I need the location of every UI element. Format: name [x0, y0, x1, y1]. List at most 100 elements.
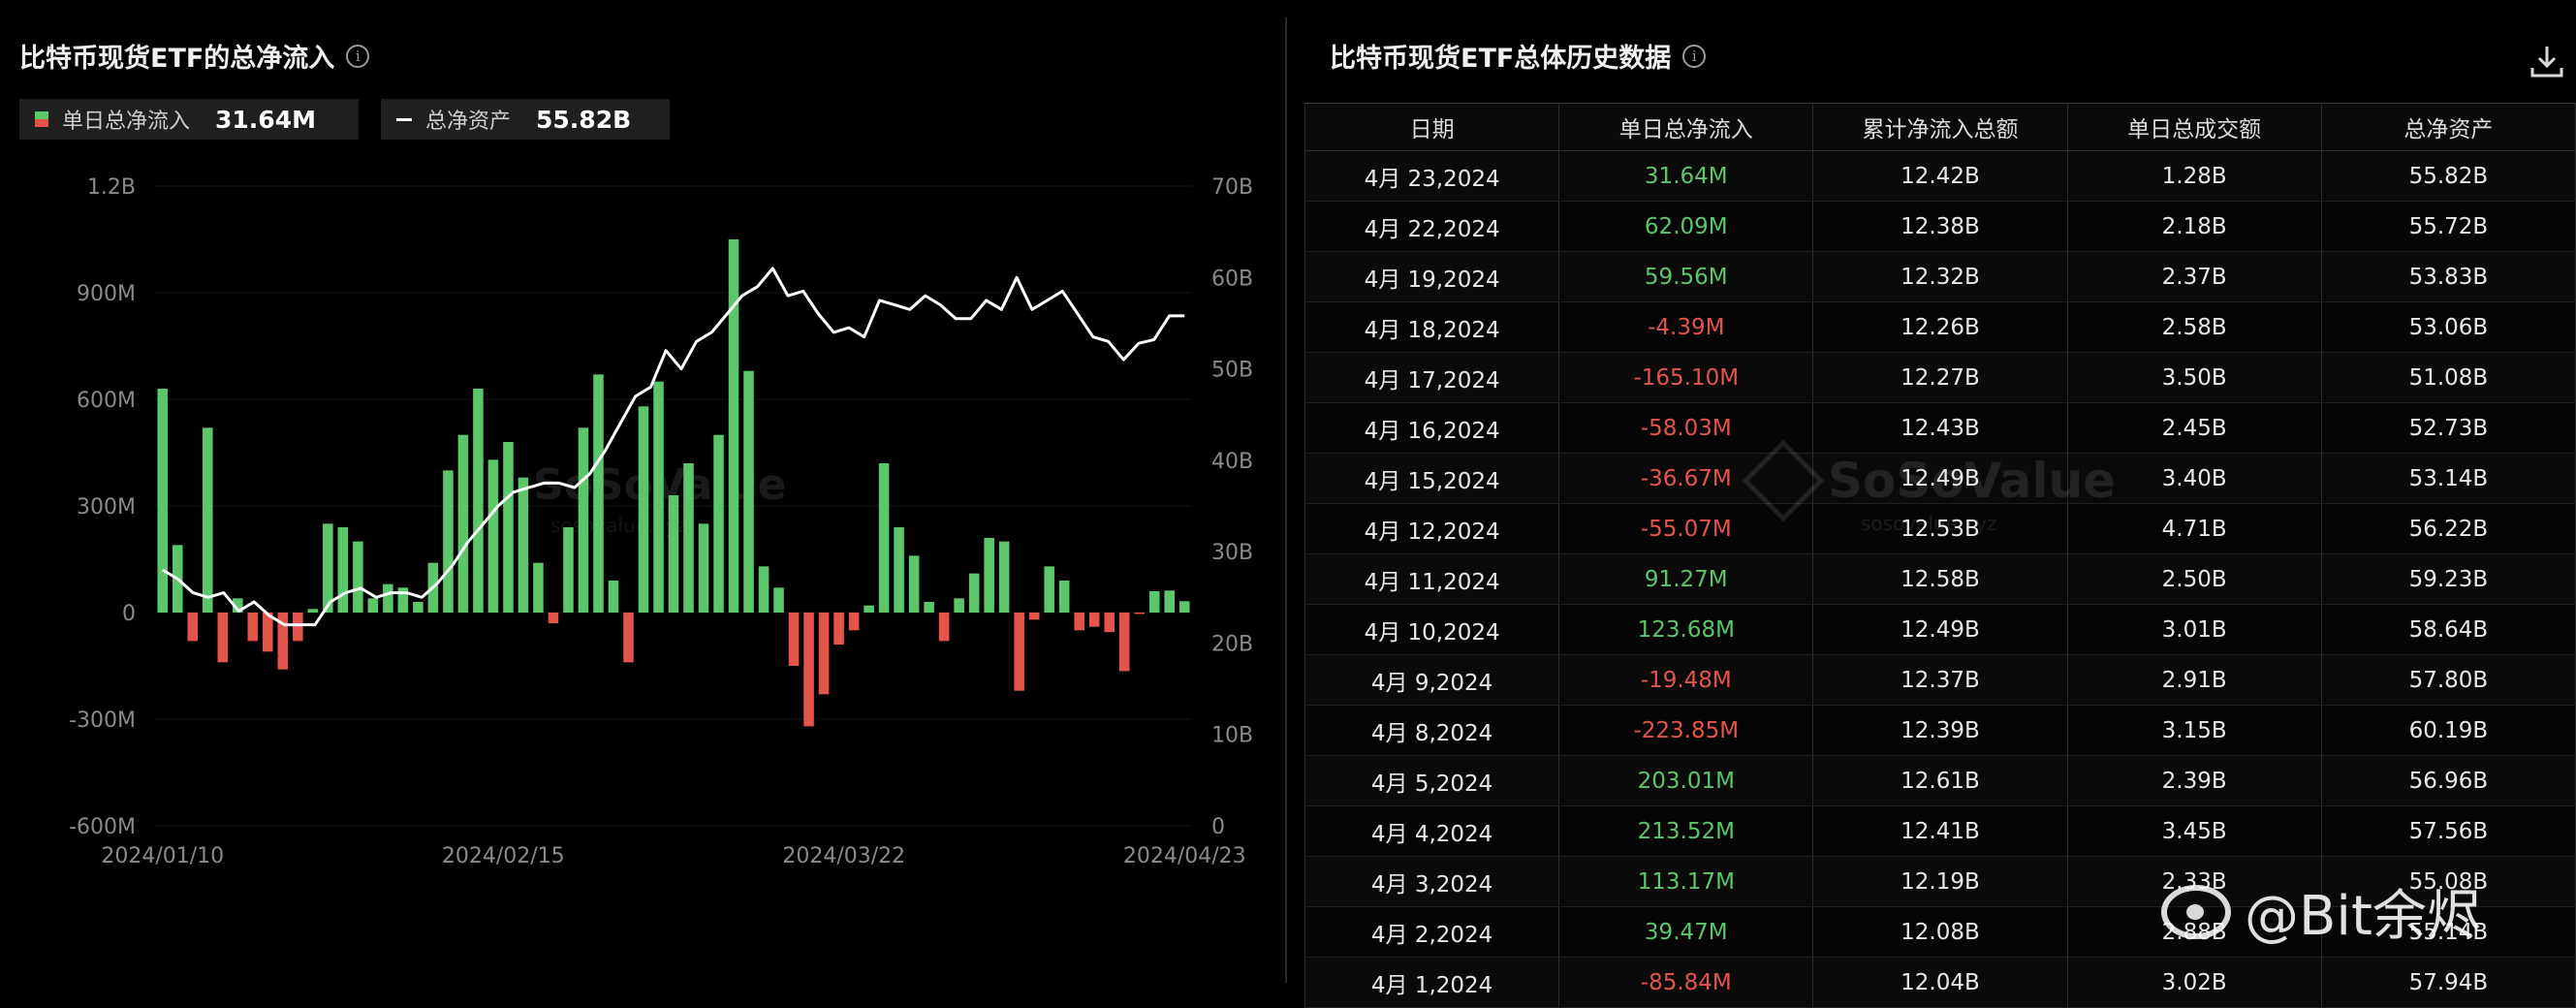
inflow-bar[interactable] — [743, 370, 754, 613]
inflow-bar[interactable] — [1104, 613, 1115, 633]
inflow-bar[interactable] — [803, 613, 814, 727]
table-cell: 55.72B — [2320, 201, 2576, 252]
inflow-bar[interactable] — [593, 374, 604, 613]
weibo-watermark-text: @Bit余烬 — [2245, 885, 2481, 948]
inflow-bar[interactable] — [998, 541, 1010, 613]
inflow-bar[interactable] — [307, 609, 319, 613]
column-header[interactable]: 单日总净流入 — [1558, 103, 1814, 151]
inflow-bar[interactable] — [1074, 613, 1084, 631]
inflow-bar[interactable] — [457, 434, 469, 613]
column-header[interactable]: 日期 — [1304, 103, 1560, 151]
column-header[interactable]: 累计净流入总额 — [1812, 103, 2068, 151]
inflow-bar[interactable] — [217, 613, 229, 663]
inflow-bar[interactable] — [833, 613, 844, 645]
inflow-bar[interactable] — [908, 555, 920, 613]
column-header[interactable]: 单日总成交额 — [2066, 103, 2322, 151]
table-cell: 12.49B — [1812, 604, 2068, 655]
inflow-bar[interactable] — [1178, 601, 1190, 613]
inflow-bar[interactable] — [728, 239, 739, 613]
inflow-bar[interactable] — [638, 406, 649, 613]
inflow-bar[interactable] — [1088, 613, 1100, 627]
inflow-bar[interactable] — [683, 463, 694, 613]
x-tick-label: 2024/03/22 — [782, 844, 905, 868]
inflow-bar[interactable] — [623, 613, 634, 663]
inflow-bar[interactable] — [773, 587, 784, 613]
table-cell: 4月 8,2024 — [1304, 705, 1560, 756]
inflow-bar[interactable] — [924, 602, 934, 613]
table-cell: 52.73B — [2320, 402, 2576, 454]
inflow-bar[interactable] — [563, 527, 574, 613]
inflow-bar[interactable] — [864, 605, 874, 613]
inflow-bar[interactable] — [548, 613, 559, 623]
inflow-bar[interactable] — [1134, 613, 1145, 614]
y-right-tick-label: 20B — [1211, 632, 1253, 656]
inflow-bar[interactable] — [337, 527, 349, 613]
y-right-tick-label: 70B — [1211, 175, 1253, 200]
inflow-chart[interactable]: 1.2B 900M 600M 300M 0 -300M -600M 70B 60B 50B 40B 3… — [0, 0, 1279, 983]
inflow-bar[interactable] — [878, 463, 890, 613]
y-left-tick-label: 600M — [77, 389, 136, 413]
table-cell: 57.56B — [2320, 805, 2576, 857]
y-left-tick-label: 0 — [122, 602, 136, 626]
inflow-bar[interactable] — [443, 470, 454, 613]
inflow-bar[interactable] — [203, 427, 213, 613]
inflow-bar[interactable] — [473, 389, 484, 613]
inflow-bar[interactable] — [247, 613, 259, 642]
inflow-bar[interactable] — [698, 523, 709, 613]
table-cell: 59.23B — [2320, 553, 2576, 605]
inflow-bar[interactable] — [984, 538, 994, 613]
table-cell: -4.39M — [1558, 301, 1814, 353]
inflow-bar[interactable] — [668, 495, 679, 613]
inflow-bar[interactable] — [758, 566, 770, 613]
column-header[interactable]: 总净资产 — [2320, 103, 2576, 151]
inflow-bar[interactable] — [187, 613, 199, 642]
inflow-bar[interactable] — [353, 541, 363, 613]
inflow-bar[interactable] — [1028, 613, 1040, 620]
inflow-bar[interactable] — [713, 434, 724, 613]
table-cell: 4月 5,2024 — [1304, 755, 1560, 806]
inflow-bar[interactable] — [1164, 590, 1176, 613]
table-cell: 60.19B — [2320, 705, 2576, 756]
inflow-bar[interactable] — [413, 602, 424, 613]
inflow-bar[interactable] — [848, 613, 860, 631]
table-title-text: 比特币现货ETF总体历史数据 — [1330, 44, 1672, 74]
inflow-bar[interactable] — [1044, 566, 1054, 613]
inflow-bar[interactable] — [518, 477, 529, 613]
inflow-bar[interactable] — [383, 583, 393, 613]
table-row: 4月 8,2024 -223.85M 12.39B 3.15B 60.19B — [1304, 705, 2576, 756]
table-cell: 4月 11,2024 — [1304, 553, 1560, 605]
table-cell: 2.18B — [2066, 201, 2322, 252]
inflow-bar[interactable] — [1118, 613, 1130, 672]
inflow-bar[interactable] — [608, 581, 619, 613]
table-cell: 3.50B — [2066, 352, 2322, 403]
inflow-bar[interactable] — [894, 527, 904, 613]
inflow-bar[interactable] — [1148, 591, 1160, 613]
inflow-bar[interactable] — [954, 598, 964, 613]
inflow-bar[interactable] — [1014, 613, 1024, 691]
inflow-bar[interactable] — [323, 523, 333, 613]
table-cell: 12.26B — [1812, 301, 2068, 353]
inflow-bar[interactable] — [533, 562, 544, 613]
inflow-bar[interactable] — [367, 598, 379, 613]
table-cell: 4.71B — [2066, 503, 2322, 554]
table-cell: 12.19B — [1812, 856, 2068, 907]
info-icon[interactable]: i — [1682, 44, 1707, 68]
inflow-bar[interactable] — [653, 381, 664, 613]
inflow-bar[interactable] — [487, 459, 499, 613]
inflow-bar[interactable] — [818, 613, 830, 695]
inflow-bar[interactable] — [157, 389, 169, 613]
table-cell: 12.27B — [1812, 352, 2068, 403]
inflow-bar[interactable] — [1058, 581, 1070, 613]
table-row: 4月 9,2024 -19.48M 12.37B 2.91B 57.80B — [1304, 654, 2576, 706]
inflow-bar[interactable] — [788, 613, 800, 666]
table-row: 4月 4,2024 213.52M 12.41B 3.45B 57.56B — [1304, 805, 2576, 857]
inflow-bar[interactable] — [293, 613, 303, 642]
inflow-bar[interactable] — [968, 573, 980, 613]
x-tick-label: 2024/01/10 — [101, 844, 224, 868]
inflow-bar[interactable] — [503, 442, 514, 613]
y-right-tick-label: 50B — [1211, 359, 1253, 383]
inflow-bar[interactable] — [938, 613, 950, 642]
table-row: 4月 23,2024 31.64M 12.42B 1.28B 55.82B — [1304, 150, 2576, 202]
inflow-bar[interactable] — [578, 427, 589, 613]
download-icon[interactable] — [2528, 43, 2566, 81]
